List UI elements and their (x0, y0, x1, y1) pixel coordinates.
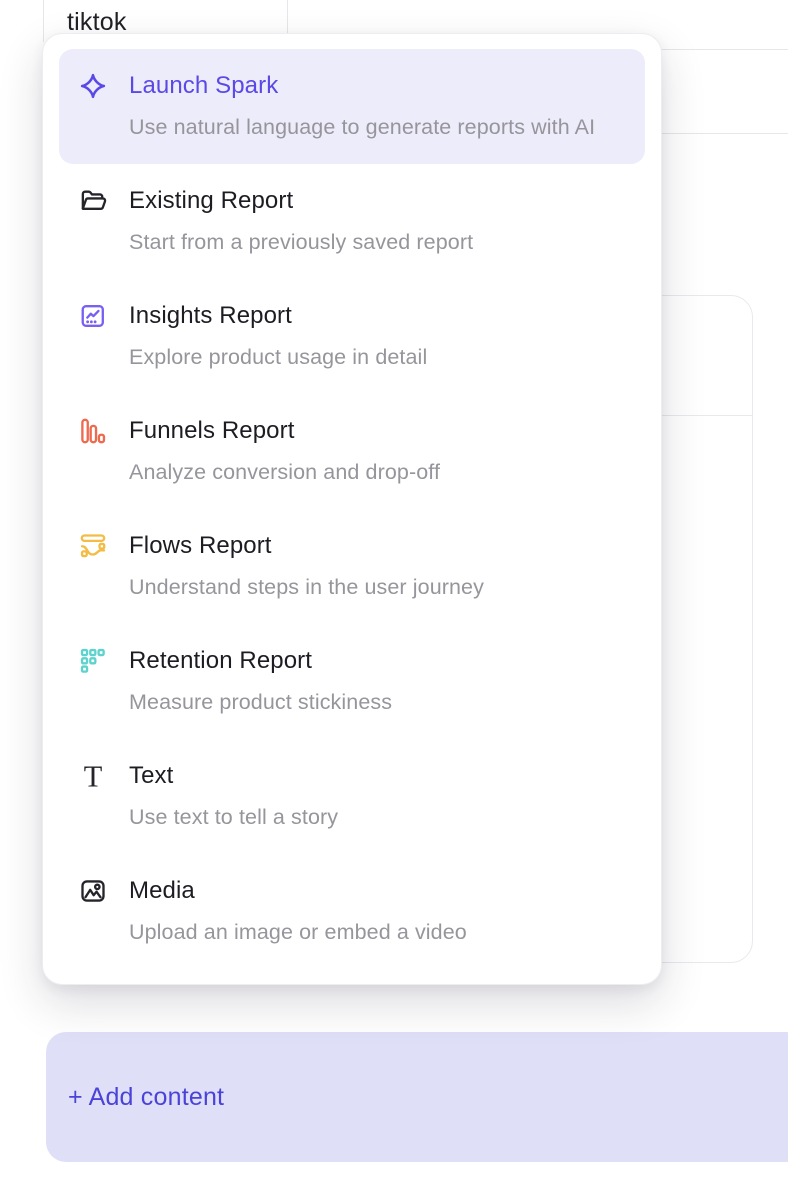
menu-item-texts: Launch Spark Use natural language to gen… (129, 69, 621, 144)
menu-item-description: Measure product stickiness (129, 685, 621, 719)
menu-item-texts: Flows Report Understand steps in the use… (129, 529, 621, 604)
menu-item-funnels-report[interactable]: Funnels Report Analyze conversion and dr… (59, 394, 645, 509)
table-column-border (287, 0, 288, 36)
add-content-label: + Add content (68, 1083, 224, 1112)
menu-item-launch-spark[interactable]: Launch Spark Use natural language to gen… (59, 49, 645, 164)
spark-icon (79, 72, 107, 100)
funnel-bars-icon (79, 417, 107, 445)
menu-item-title: Funnels Report (129, 414, 621, 448)
menu-item-title: Launch Spark (129, 69, 621, 103)
menu-item-title: Insights Report (129, 299, 621, 333)
folder-open-icon (79, 187, 107, 215)
menu-item-texts: Funnels Report Analyze conversion and dr… (129, 414, 621, 489)
menu-item-description: Upload an image or embed a video (129, 915, 621, 949)
text-icon: T (79, 762, 107, 790)
menu-item-description: Explore product usage in detail (129, 340, 621, 374)
table-column-border (43, 0, 44, 42)
menu-item-texts: Media Upload an image or embed a video (129, 874, 621, 949)
menu-item-texts: Retention Report Measure product stickin… (129, 644, 621, 719)
flows-icon (79, 532, 107, 560)
add-content-menu-popup: Launch Spark Use natural language to gen… (42, 33, 662, 985)
svg-text:T: T (84, 762, 103, 790)
menu-item-description: Use text to tell a story (129, 800, 621, 834)
menu-item-description: Analyze conversion and drop-off (129, 455, 621, 489)
add-content-button[interactable]: + Add content (46, 1032, 788, 1162)
menu-item-title: Flows Report (129, 529, 621, 563)
menu-item-title: Existing Report (129, 184, 621, 218)
menu-item-text[interactable]: T Text Use text to tell a story (59, 739, 645, 854)
menu-item-texts: Existing Report Start from a previously … (129, 184, 621, 259)
menu-item-texts: Text Use text to tell a story (129, 759, 621, 834)
menu-item-flows-report[interactable]: Flows Report Understand steps in the use… (59, 509, 645, 624)
media-icon (79, 877, 107, 905)
page: { "background": { "table_cell_text": "ti… (0, 0, 788, 1200)
retention-grid-icon (79, 647, 107, 675)
menu-item-title: Media (129, 874, 621, 908)
menu-item-description: Start from a previously saved report (129, 225, 621, 259)
menu-item-retention-report[interactable]: Retention Report Measure product stickin… (59, 624, 645, 739)
menu-item-texts: Insights Report Explore product usage in… (129, 299, 621, 374)
menu-item-title: Text (129, 759, 621, 793)
menu-item-description: Use natural language to generate reports… (129, 110, 621, 144)
insights-chart-icon (79, 302, 107, 330)
menu-item-existing-report[interactable]: Existing Report Start from a previously … (59, 164, 645, 279)
menu-item-media[interactable]: Media Upload an image or embed a video (59, 854, 645, 969)
menu-item-insights-report[interactable]: Insights Report Explore product usage in… (59, 279, 645, 394)
menu-item-description: Understand steps in the user journey (129, 570, 621, 604)
menu-item-title: Retention Report (129, 644, 621, 678)
